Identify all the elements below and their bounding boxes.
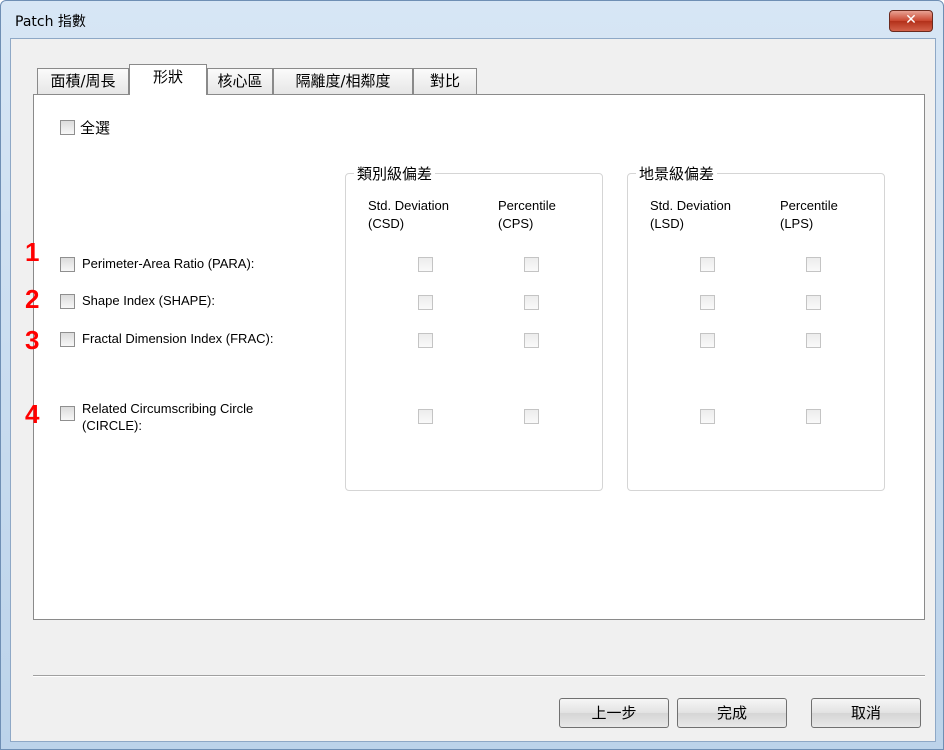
shape-lsd-checkbox[interactable] — [700, 295, 715, 310]
window-title: Patch 指數 — [15, 14, 86, 30]
landscape-level-group-title: 地景級偏差 — [636, 163, 718, 184]
annotation-marker-3: 3 — [25, 325, 40, 355]
dialog-client-area: 面積/周長 形狀 核心區 隔離度/相鄰度 對比 全選 類別級偏差 Std. De… — [10, 38, 936, 742]
tab-area-perimeter[interactable]: 面積/周長 — [37, 68, 129, 94]
circle-lsd-checkbox[interactable] — [700, 409, 715, 424]
button-separator — [33, 675, 925, 677]
shape-tab-panel: 全選 類別級偏差 Std. Deviation (CSD) Percentile… — [33, 94, 925, 620]
lps-header-line1: Percentile — [780, 198, 838, 213]
lps-header-line2: (LPS) — [780, 216, 814, 231]
cps-header-line2: (CPS) — [498, 216, 534, 231]
landscape-level-deviation-group: 地景級偏差 Std. Deviation (LSD) Percentile (L… — [627, 163, 885, 491]
dialog-window: Patch 指數 ✕ 面積/周長 形狀 核心區 隔離度/相鄰度 對比 全選 類別… — [0, 0, 944, 750]
para-checkbox[interactable] — [60, 257, 75, 272]
class-level-deviation-group: 類別級偏差 Std. Deviation (CSD) Percentile (C… — [345, 163, 603, 491]
frac-checkbox[interactable] — [60, 332, 75, 347]
frac-lsd-checkbox[interactable] — [700, 333, 715, 348]
lsd-header-line1: Std. Deviation — [650, 198, 731, 213]
circle-lps-checkbox[interactable] — [806, 409, 821, 424]
shape-csd-checkbox[interactable] — [418, 295, 433, 310]
select-all-label: 全選 — [80, 119, 111, 137]
tab-contrast[interactable]: 對比 — [413, 68, 477, 94]
class-level-group-title: 類別級偏差 — [354, 163, 436, 184]
shape-checkbox[interactable] — [60, 294, 75, 309]
para-label: Perimeter-Area Ratio (PARA): — [82, 256, 255, 271]
tab-core-area[interactable]: 核心區 — [207, 68, 273, 94]
cps-header-line1: Percentile — [498, 198, 556, 213]
shape-label: Shape Index (SHAPE): — [82, 293, 215, 308]
tab-isolation-proximity[interactable]: 隔離度/相鄰度 — [273, 68, 413, 94]
circle-label-line2: (CIRCLE): — [82, 418, 142, 433]
para-lps-checkbox[interactable] — [806, 257, 821, 272]
select-all-checkbox[interactable] — [60, 120, 75, 135]
lsd-header-line2: (LSD) — [650, 216, 684, 231]
close-button[interactable]: ✕ — [889, 10, 933, 32]
circle-cps-checkbox[interactable] — [524, 409, 539, 424]
finish-button[interactable]: 完成 — [677, 698, 787, 728]
frac-lps-checkbox[interactable] — [806, 333, 821, 348]
frac-csd-checkbox[interactable] — [418, 333, 433, 348]
shape-cps-checkbox[interactable] — [524, 295, 539, 310]
para-csd-checkbox[interactable] — [418, 257, 433, 272]
annotation-marker-1: 1 — [25, 237, 40, 267]
circle-label-line1: Related Circumscribing Circle — [82, 401, 254, 416]
csd-header-line1: Std. Deviation — [368, 198, 449, 213]
circle-checkbox[interactable] — [60, 406, 75, 421]
para-lsd-checkbox[interactable] — [700, 257, 715, 272]
title-bar[interactable]: Patch 指數 ✕ — [1, 1, 943, 37]
shape-lps-checkbox[interactable] — [806, 295, 821, 310]
circle-csd-checkbox[interactable] — [418, 409, 433, 424]
frac-label: Fractal Dimension Index (FRAC): — [82, 331, 274, 346]
cancel-button[interactable]: 取消 — [811, 698, 921, 728]
para-cps-checkbox[interactable] — [524, 257, 539, 272]
annotation-marker-2: 2 — [25, 284, 40, 314]
frac-cps-checkbox[interactable] — [524, 333, 539, 348]
back-button[interactable]: 上一步 — [559, 698, 669, 728]
csd-header-line2: (CSD) — [368, 216, 405, 231]
tab-shape[interactable]: 形狀 — [129, 64, 207, 95]
annotation-marker-4: 4 — [25, 399, 40, 429]
